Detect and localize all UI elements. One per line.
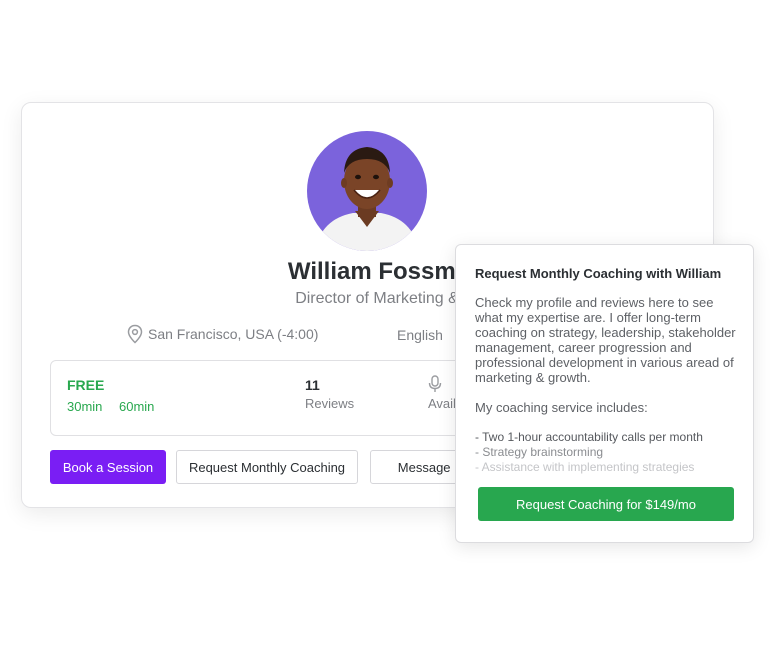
reviews-count: 11 [305, 377, 320, 393]
avatar-portrait [315, 147, 419, 251]
request-coaching-cta-button[interactable]: Request Coaching for $149/mo [478, 487, 734, 521]
request-monthly-coaching-button[interactable]: Request Monthly Coaching [176, 450, 358, 484]
duration-option-30[interactable]: 30min [67, 399, 102, 414]
monthly-coaching-popup: Request Monthly Coaching with William Ch… [455, 244, 754, 543]
popup-includes-label: My coaching service includes: [475, 400, 648, 415]
microphone-icon [428, 375, 442, 392]
avatar [307, 131, 427, 251]
list-item: - Strategy brainstorming [475, 445, 604, 459]
price-label: FREE [67, 377, 105, 393]
location-pin-icon [127, 324, 143, 344]
language: English [397, 327, 443, 343]
location-text: San Francisco, USA (-4:00) [148, 326, 319, 342]
popup-includes-list: - Two 1-hour accountability calls per mo… [475, 430, 703, 475]
book-session-button[interactable]: Book a Session [50, 450, 166, 484]
list-item: - Assistance with implementing strategie… [475, 460, 695, 474]
duration-option-60[interactable]: 60min [119, 399, 154, 414]
popup-title: Request Monthly Coaching with William [475, 266, 722, 281]
location: San Francisco, USA (-4:00) [126, 324, 318, 344]
reviews-label[interactable]: Reviews [305, 396, 354, 411]
popup-description: Check my profile and reviews here to see… [475, 295, 736, 385]
list-item: - Two 1-hour accountability calls per mo… [475, 430, 703, 444]
